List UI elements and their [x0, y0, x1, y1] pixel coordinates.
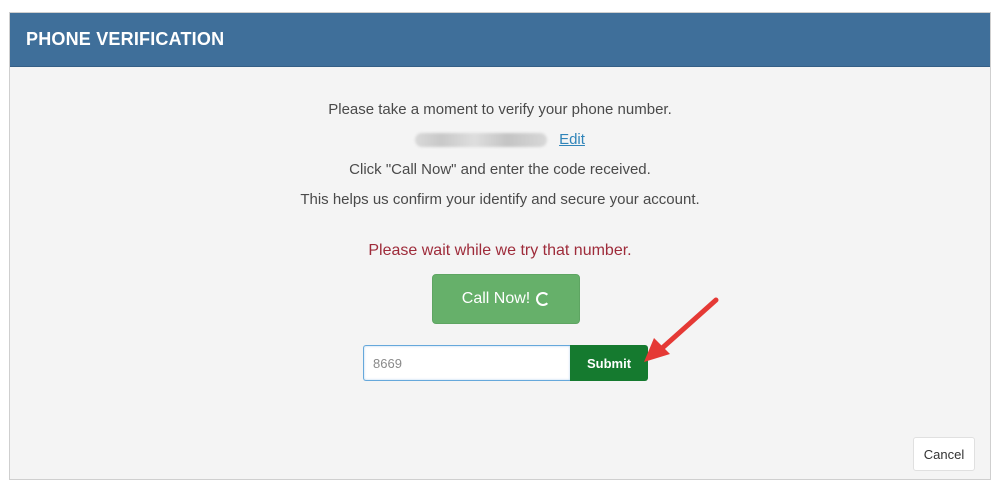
submit-button[interactable]: Submit — [570, 345, 648, 381]
blurred-phone-number — [415, 133, 548, 148]
call-now-label: Call Now! — [461, 290, 531, 307]
verification-code-input[interactable] — [363, 345, 570, 381]
security-note: This helps us confirm your identify and … — [300, 191, 700, 208]
dialog-title: PHONE VERIFICATION — [26, 29, 225, 49]
cancel-button[interactable]: Cancel — [913, 437, 975, 471]
verify-instruction: Please take a moment to verify your phon… — [328, 101, 672, 118]
edit-phone-link[interactable]: Edit — [559, 131, 585, 148]
call-now-button[interactable]: Call Now! — [432, 274, 580, 324]
phone-number-row: Edit — [10, 131, 990, 148]
phone-verification-dialog: PHONE VERIFICATION Please take a moment … — [9, 12, 991, 480]
wait-message: Please wait while we try that number. — [368, 242, 632, 259]
dialog-header: PHONE VERIFICATION — [10, 13, 990, 67]
spinner-icon — [536, 292, 551, 306]
call-instruction: Click "Call Now" and enter the code rece… — [349, 161, 651, 178]
annotation-arrow-icon — [644, 297, 719, 362]
